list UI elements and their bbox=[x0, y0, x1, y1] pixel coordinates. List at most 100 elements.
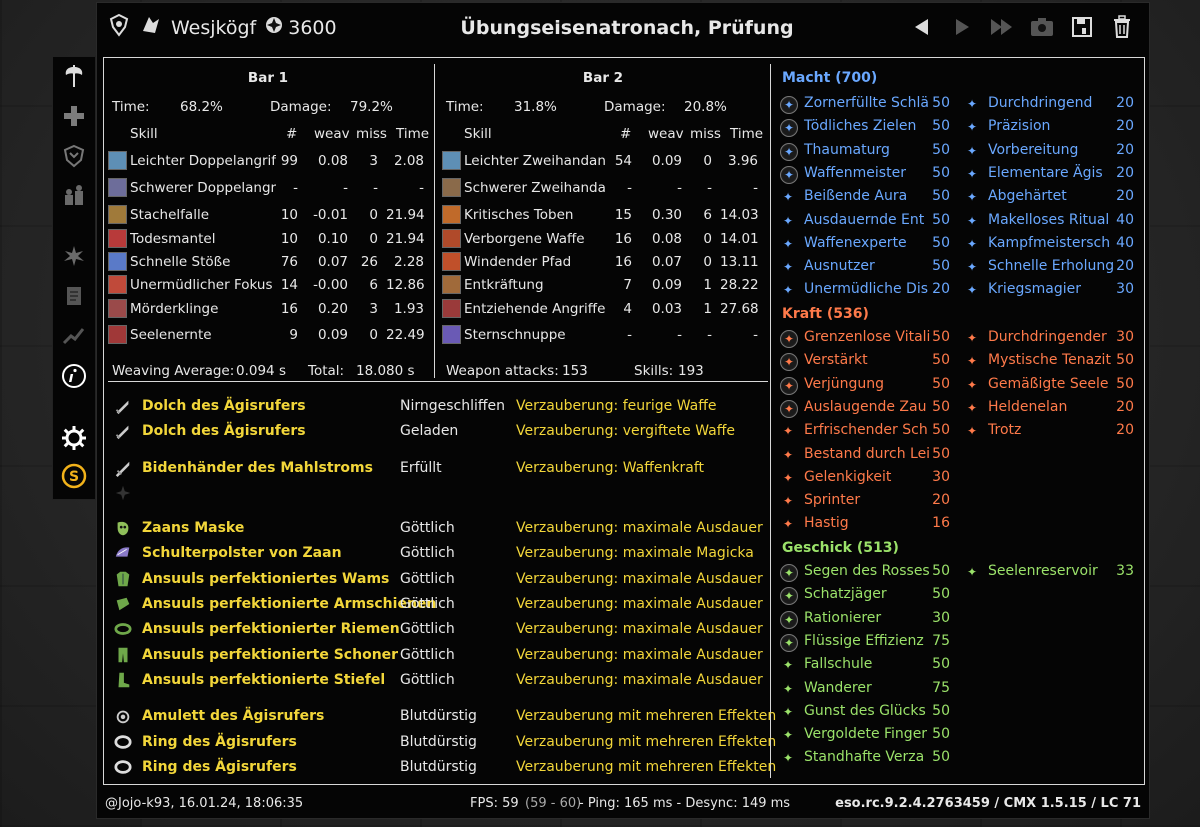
damage-value: 20.8% bbox=[684, 99, 727, 115]
cp-star-row[interactable]: ✦ Rationierer 30 bbox=[776, 609, 960, 629]
gear-row[interactable]: Dolch des Ägisrufers Nirngeschliffen Verza… bbox=[110, 396, 770, 416]
skill-row[interactable]: Schnelle Stöße 76 0.07 26 2.28 bbox=[104, 251, 432, 273]
skill-row[interactable]: Leichter Zweihandan 54 0.09 0 3.96 bbox=[438, 150, 768, 172]
cp-star-row[interactable]: ✦ Unermüdliche Dis 20 bbox=[776, 280, 960, 300]
cp-star-value: 50 bbox=[932, 118, 950, 135]
cp-star-row[interactable]: ✦ Vorbereitung 20 bbox=[960, 141, 1144, 161]
empty-offhand-slot[interactable] bbox=[110, 483, 770, 503]
cp-star-row[interactable]: ✦ Seelenreservoir 33 bbox=[960, 562, 1144, 582]
cp-star-row[interactable]: ✦ Präzision 20 bbox=[960, 117, 1144, 137]
cp-star-row[interactable]: ✦ Fallschule 50 bbox=[776, 655, 960, 675]
skill-row[interactable]: Entkräftung 7 0.09 1 28.22 bbox=[438, 274, 768, 296]
time-value: 31.8% bbox=[514, 99, 557, 115]
gear-row[interactable]: Ring des Ägisrufers Blutdürstig Verzauberu… bbox=[110, 757, 776, 777]
cp-star-row[interactable]: ✦ Heldenelan 20 bbox=[960, 398, 1144, 418]
cp-star-row[interactable]: ✦ Gelenkigkeit 30 bbox=[776, 468, 960, 488]
skill-row[interactable]: Sternschnuppe - - - - bbox=[438, 324, 768, 346]
cp-star-row[interactable]: ✦ Durchdringender 30 bbox=[960, 328, 1144, 348]
gear-row[interactable]: Amulett des Ägisrufers Blutdürstig Verzaub… bbox=[110, 706, 776, 726]
cp-star-row[interactable]: ✦ Zornerfüllte Schlä 50 bbox=[776, 94, 960, 114]
cp-star-row[interactable]: ✦ Wanderer 75 bbox=[776, 679, 960, 699]
cp-star-row[interactable]: ✦ Kriegsmagier 30 bbox=[960, 280, 1144, 300]
cp-star-row[interactable]: ✦ Elementare Ägis 20 bbox=[960, 164, 1144, 184]
skill-row[interactable]: Entziehende Angriffe 4 0.03 1 27.68 bbox=[438, 298, 768, 320]
skill-row[interactable]: Seelenernte 9 0.09 0 22.49 bbox=[104, 324, 432, 346]
gear-icon[interactable] bbox=[59, 423, 89, 453]
cp-star-row[interactable]: ✦ Durchdringend 20 bbox=[960, 94, 1144, 114]
skill-row[interactable]: Stachelfalle 10 -0.01 0 21.94 bbox=[104, 204, 432, 226]
group-icon[interactable] bbox=[59, 181, 89, 211]
cp-star-row[interactable]: ✦ Ausnutzer 50 bbox=[776, 257, 960, 277]
info-icon[interactable] bbox=[59, 361, 89, 391]
skill-row[interactable]: Schwerer Doppelangr - - - - bbox=[104, 177, 432, 199]
gear-row[interactable]: Bidenhänder des Mahlstroms Erfüllt Verzaub… bbox=[110, 458, 770, 478]
skill-row[interactable]: Leichter Doppelangrif 99 0.08 3 2.08 bbox=[104, 150, 432, 172]
skill-row[interactable]: Kritisches Toben 15 0.30 6 14.03 bbox=[438, 204, 768, 226]
skill-row[interactable]: Unermüdlicher Fokus 14 -0.00 6 12.86 bbox=[104, 274, 432, 296]
delete-fight-button[interactable] bbox=[1109, 14, 1135, 40]
graph-icon[interactable] bbox=[59, 321, 89, 351]
skill-row[interactable]: Verborgene Waffe 16 0.08 0 14.01 bbox=[438, 228, 768, 250]
skill-row[interactable]: Schwerer Zweihanda - - - - bbox=[438, 177, 768, 199]
cp-star-row[interactable]: ✦ Vergoldete Finger 50 bbox=[776, 725, 960, 745]
passive-star-icon: ✦ bbox=[782, 704, 794, 719]
cp-star-row[interactable]: ✦ Auslaugende Zau 50 bbox=[776, 398, 960, 418]
previous-fight-button[interactable] bbox=[909, 14, 935, 40]
cp-star-row[interactable]: ✦ Mystische Tenazit 50 bbox=[960, 351, 1144, 371]
cp-star-row[interactable]: ✦ Beißende Aura 50 bbox=[776, 187, 960, 207]
gear-row[interactable]: Ansuuls perfektionierte Schoner Göttlich V… bbox=[110, 645, 770, 665]
skill-weav: 0.08 bbox=[317, 153, 348, 169]
skill-row[interactable]: Windender Pfad 16 0.07 0 13.11 bbox=[438, 251, 768, 273]
cp-star-value: 20 bbox=[1116, 398, 1134, 415]
save-fight-button[interactable] bbox=[1069, 14, 1095, 40]
cp-star-row[interactable]: ✦ Segen des Rosses 50 bbox=[776, 562, 960, 582]
cp-star-row[interactable]: ✦ Verjüngung 50 bbox=[776, 375, 960, 395]
cp-star-row[interactable]: ✦ Trotz 20 bbox=[960, 421, 1144, 441]
cp-star-row[interactable]: ✦ Thaumaturg 50 bbox=[776, 141, 960, 161]
shield-icon[interactable] bbox=[59, 141, 89, 171]
cp-star-row[interactable]: ✦ Sprinter 20 bbox=[776, 491, 960, 511]
cp-star-row[interactable]: ✦ Abgehärtet 20 bbox=[960, 187, 1144, 207]
cp-star-row[interactable]: ✦ Tödliches Zielen 50 bbox=[776, 117, 960, 138]
skill-count: - bbox=[627, 327, 632, 343]
skill-row[interactable]: Mörderklinge 16 0.20 3 1.93 bbox=[104, 298, 432, 320]
cp-star-row[interactable]: ✦ Standhafte Verza 50 bbox=[776, 748, 960, 768]
gear-row[interactable]: Ansuuls perfektionierte Armschienen Göttl… bbox=[110, 594, 770, 614]
axe-icon[interactable] bbox=[59, 61, 89, 91]
cp-star-row[interactable]: ✦ Makelloses Ritual 40 bbox=[960, 211, 1144, 231]
cp-star-row[interactable]: ✦ Erfrischender Sch 50 bbox=[776, 421, 960, 441]
skill-row[interactable]: Todesmantel 10 0.10 0 21.94 bbox=[104, 228, 432, 250]
cp-star-row[interactable]: ✦ Waffenexperte 50 bbox=[776, 234, 960, 254]
last-fight-button[interactable] bbox=[989, 14, 1015, 40]
skill-icon bbox=[442, 178, 461, 197]
cp-star-row[interactable]: ✦ Gemäßigte Seele 50 bbox=[960, 375, 1144, 395]
cp-star-row[interactable]: ✦ Ausdauernde Ent 50 bbox=[776, 211, 960, 231]
scroll-icon[interactable] bbox=[59, 281, 89, 311]
cp-star-row[interactable]: ✦ Schnelle Erholung 20 bbox=[960, 257, 1144, 277]
cp-star-row[interactable]: ✦ Flüssige Effizienz 75 bbox=[776, 632, 960, 652]
cp-star-row[interactable]: ✦ Hastig 16 bbox=[776, 514, 960, 534]
heal-plus-icon[interactable] bbox=[59, 101, 89, 131]
skill-icon bbox=[108, 151, 127, 170]
screenshot-button[interactable] bbox=[1029, 14, 1055, 40]
gear-row[interactable]: Ansuuls perfektionierter Riemen Göttlich V… bbox=[110, 619, 770, 639]
cp-star-row[interactable]: ✦ Schatzjäger 50 bbox=[776, 585, 960, 606]
gear-row[interactable]: Ansuuls perfektionierte Stiefel Göttlich V… bbox=[110, 670, 770, 690]
burst-icon[interactable] bbox=[59, 241, 89, 271]
cp-star-row[interactable]: ✦ Gunst des Glücks 50 bbox=[776, 702, 960, 722]
cp-star-value: 50 bbox=[932, 141, 950, 158]
gear-row[interactable]: Ansuuls perfektioniertes Wams Göttlich Ver… bbox=[110, 569, 770, 589]
gear-row[interactable]: Zaans Maske Göttlich Verzauberung: maximal… bbox=[110, 518, 770, 538]
gear-row[interactable]: Ring des Ägisrufers Blutdürstig Verzauberu… bbox=[110, 732, 776, 752]
gear-name: Dolch des Ägisrufers bbox=[142, 423, 306, 439]
gear-row[interactable]: Schulterpolster von Zaan Göttlich Verzaube… bbox=[110, 543, 770, 563]
cp-star-row[interactable]: ✦ Grenzenlose Vitali 50 bbox=[776, 328, 960, 348]
cp-star-row[interactable]: ✦ Waffenmeister 50 bbox=[776, 164, 960, 184]
gear-row[interactable]: Dolch des Ägisrufers Geladen Verzauberung:… bbox=[110, 421, 770, 441]
next-fight-button[interactable] bbox=[949, 14, 975, 40]
cp-star-row[interactable]: ✦ Verstärkt 50 bbox=[776, 351, 960, 372]
cp-star-row[interactable]: ✦ Kampfmeistersch 40 bbox=[960, 234, 1144, 254]
coin-s-icon[interactable]: S bbox=[59, 461, 89, 491]
cp-star-row[interactable]: ✦ Bestand durch Lei 50 bbox=[776, 445, 960, 465]
passive-star-icon: ✦ bbox=[966, 400, 978, 415]
